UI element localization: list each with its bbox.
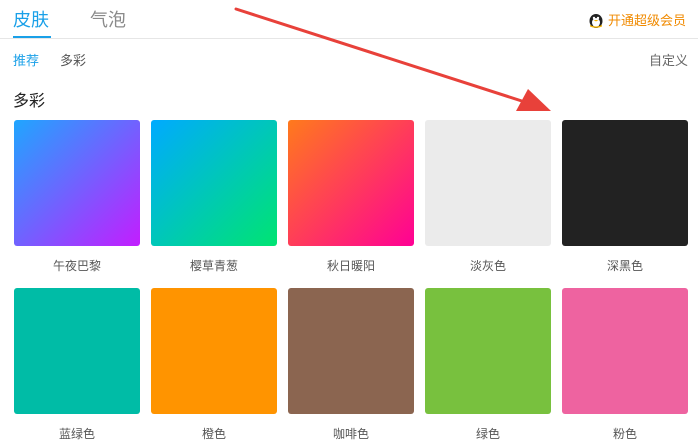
skin-label: 粉色 — [612, 427, 637, 441]
skin-swatch[interactable] — [288, 288, 414, 414]
section-title: 多彩 — [13, 91, 46, 110]
skin-swatch[interactable] — [562, 120, 688, 246]
subtab-recommended[interactable]: 推荐 — [13, 50, 39, 69]
skin-label: 樱草青葱 — [189, 259, 238, 273]
skin-swatch[interactable] — [151, 120, 277, 246]
skin-swatch[interactable] — [151, 288, 277, 414]
skin-tab-bar: 皮肤 气泡 开通超级会员 — [0, 0, 698, 39]
subtab-colorful[interactable]: 多彩 — [60, 50, 86, 69]
skin-swatch[interactable] — [425, 120, 551, 246]
category-tab-bar: 推荐 多彩 — [0, 50, 698, 72]
skin-swatch[interactable] — [288, 120, 414, 246]
active-tab-indicator — [13, 36, 51, 38]
skin-label: 秋日暖阳 — [326, 259, 375, 273]
skin-label: 午夜巴黎 — [52, 259, 101, 273]
skin-label: 咖啡色 — [332, 427, 369, 441]
skin-label: 蓝绿色 — [58, 427, 95, 441]
vip-label: 开通超级会员 — [607, 14, 686, 29]
skin-swatch[interactable] — [14, 120, 140, 246]
tab-bubble[interactable]: 气泡 — [90, 6, 126, 32]
skin-swatch[interactable] — [425, 288, 551, 414]
skin-swatch[interactable] — [562, 288, 688, 414]
qq-penguin-icon — [589, 13, 603, 28]
tab-skin[interactable]: 皮肤 — [13, 6, 49, 32]
skin-label: 绿色 — [475, 427, 500, 441]
skin-label: 橙色 — [201, 427, 226, 441]
skin-label: 深黑色 — [606, 259, 643, 273]
skin-label: 淡灰色 — [469, 259, 506, 273]
vip-button[interactable]: 开通超级会员 — [587, 10, 686, 29]
skin-swatch[interactable] — [14, 288, 140, 414]
custom-skin-link[interactable]: 自定义 — [649, 50, 688, 69]
